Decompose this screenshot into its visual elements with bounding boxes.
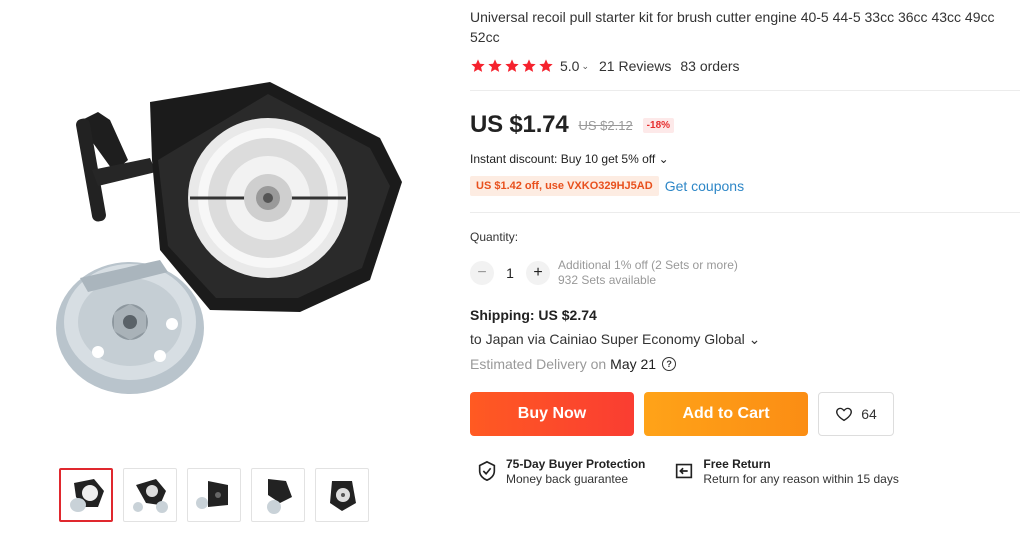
orders-count: 83 orders xyxy=(680,58,740,74)
wishlist-button[interactable]: 64 xyxy=(818,392,894,436)
quantity-stepper: − 1 + Additional 1% off (2 Sets or more)… xyxy=(470,258,738,288)
thumbnail-image xyxy=(267,479,292,514)
price-row: US $1.74 US $2.12 -18% xyxy=(470,110,675,140)
instant-discount[interactable]: Instant discount: Buy 10 get 5% off ⌄ xyxy=(470,152,669,166)
rating-score: 5.0 xyxy=(560,58,580,74)
guarantees: 75-Day Buyer Protection Money back guara… xyxy=(476,457,927,487)
quantity-value[interactable]: 1 xyxy=(494,265,526,281)
thumbnail-image xyxy=(133,479,168,513)
current-price: US $1.74 xyxy=(470,111,569,138)
estimated-delivery: Estimated Delivery on May 21 ? xyxy=(470,356,677,372)
quantity-notes: Additional 1% off (2 Sets or more) 932 S… xyxy=(558,258,738,288)
coupon-row: US $1.42 off, use VXKO329HJ5AD Get coupo… xyxy=(470,176,744,196)
get-coupons-link[interactable]: Get coupons xyxy=(665,178,744,194)
star-icon xyxy=(488,59,502,72)
help-icon[interactable]: ? xyxy=(662,357,677,371)
buyer-protection: 75-Day Buyer Protection Money back guara… xyxy=(476,457,645,487)
reviews-link[interactable]: 21 Reviews xyxy=(599,58,671,74)
available-stock: 932 Sets available xyxy=(558,273,657,287)
product-title: Universal recoil pull starter kit for br… xyxy=(470,9,995,45)
decrease-quantity-button[interactable]: − xyxy=(470,261,494,285)
rating-stars[interactable] xyxy=(470,58,554,74)
free-return: Free Return Return for any reason within… xyxy=(673,457,899,487)
star-icon xyxy=(539,59,553,72)
estimated-delivery-date: May 21 xyxy=(610,356,657,372)
buyer-protection-title: 75-Day Buyer Protection xyxy=(506,457,646,471)
increase-quantity-button[interactable]: + xyxy=(526,261,550,285)
thumbnail-3[interactable] xyxy=(187,468,241,522)
additional-discount-note: Additional 1% off (2 Sets or more) xyxy=(558,258,738,272)
action-buttons: Buy Now Add to Cart 64 xyxy=(470,392,894,436)
divider xyxy=(470,212,1020,213)
thumbnail-strip xyxy=(59,468,369,522)
thumbnail-image xyxy=(196,481,228,509)
shipping-method-selector[interactable]: to Japan via Cainiao Super Economy Globa… xyxy=(470,331,760,348)
original-price: US $2.12 xyxy=(578,117,633,133)
star-icon xyxy=(471,59,485,72)
star-icon xyxy=(505,59,519,72)
thumbnail-1[interactable] xyxy=(59,468,113,522)
heart-icon xyxy=(836,407,853,422)
star-icon xyxy=(522,59,536,72)
wishlist-count: 64 xyxy=(861,406,877,422)
discount-badge: -18% xyxy=(642,117,675,133)
product-main-image[interactable] xyxy=(40,60,420,420)
add-to-cart-button[interactable]: Add to Cart xyxy=(644,392,808,436)
divider xyxy=(470,90,1020,91)
thumbnail-image xyxy=(70,479,104,512)
shield-check-icon xyxy=(478,460,496,482)
estimated-delivery-label: Estimated Delivery on xyxy=(470,356,607,372)
free-return-subtitle: Return for any reason within 15 days xyxy=(703,472,899,486)
buy-now-button[interactable]: Buy Now xyxy=(470,392,634,436)
thumbnail-4[interactable] xyxy=(251,468,305,522)
thumbnail-5[interactable] xyxy=(315,468,369,522)
return-icon xyxy=(676,463,693,479)
thumbnail-2[interactable] xyxy=(123,468,177,522)
product-gallery xyxy=(0,0,440,534)
chevron-down-icon[interactable]: ⌄ xyxy=(581,61,589,72)
thumbnail-image xyxy=(330,481,356,511)
buyer-protection-subtitle: Money back guarantee xyxy=(506,472,629,486)
shipping-cost: Shipping: US $2.74 xyxy=(470,307,597,323)
coupon-code[interactable]: US $1.42 off, use VXKO329HJ5AD xyxy=(470,176,659,196)
quantity-label: Quantity: xyxy=(470,230,519,244)
free-return-title: Free Return xyxy=(703,457,771,471)
rating-row: 5.0 ⌄ 21 Reviews 83 orders xyxy=(470,57,740,75)
